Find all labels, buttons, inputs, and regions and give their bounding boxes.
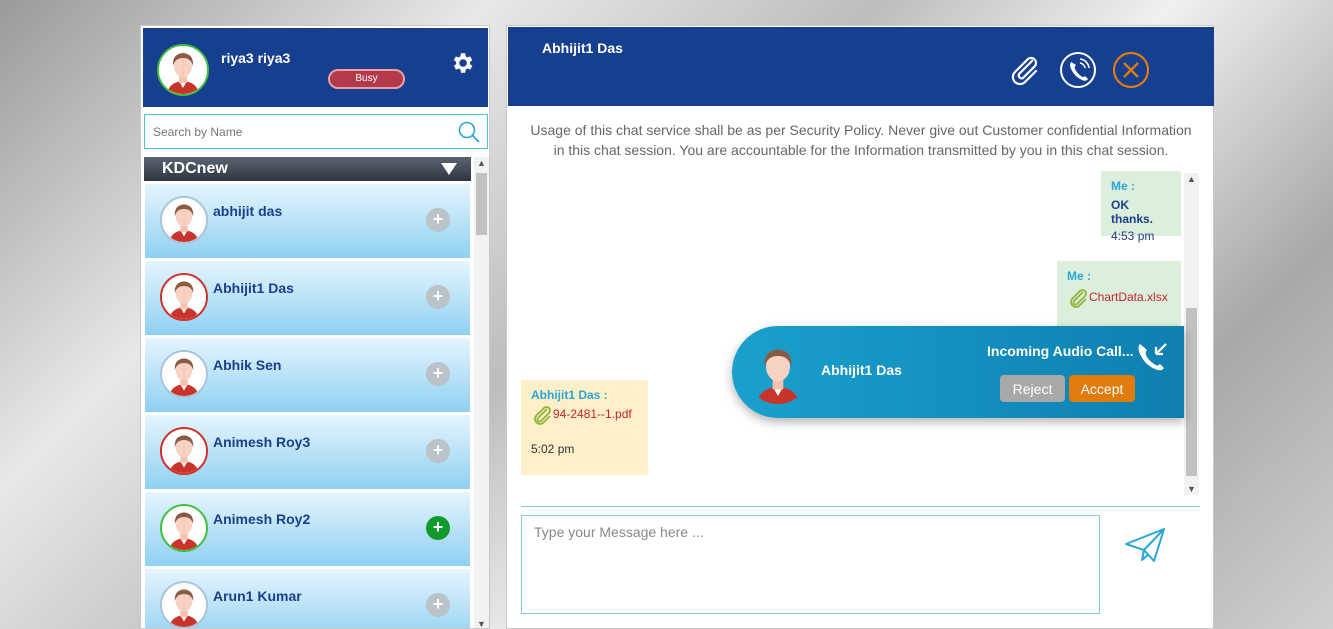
- scroll-thumb[interactable]: [1186, 308, 1197, 476]
- profile-header: riya3 riya3 Busy: [143, 28, 488, 107]
- contact-name: Abhijit1 Das: [213, 280, 294, 296]
- scroll-down-icon[interactable]: ▼: [1187, 484, 1196, 494]
- avatar: [160, 273, 208, 321]
- divider: [521, 506, 1200, 507]
- incoming-call-popup: Abhijit1 Das Incoming Audio Call... Reje…: [732, 326, 1184, 418]
- chat-header: Abhijit1 Das: [508, 27, 1214, 106]
- add-icon[interactable]: +: [426, 285, 450, 309]
- scroll-thumb[interactable]: [476, 173, 487, 235]
- profile-name: riya3 riya3: [221, 50, 291, 66]
- security-disclaimer: Usage of this chat service shall be as p…: [521, 120, 1201, 160]
- message-time: 4:53 pm: [1111, 229, 1155, 243]
- caller-avatar: [746, 340, 810, 404]
- contact-name: Animesh Roy2: [213, 511, 311, 527]
- scroll-up-icon[interactable]: ▲: [1187, 174, 1196, 184]
- paperclip-icon: [534, 406, 551, 425]
- contacts-scrollbar[interactable]: ▲ ▼: [474, 157, 489, 628]
- group-header[interactable]: KDCnew: [144, 157, 471, 181]
- avatar: [160, 427, 208, 475]
- contact-item[interactable]: Animesh Roy2 +: [145, 492, 470, 566]
- message-sender: Abhijit1 Das :: [531, 388, 608, 402]
- accept-button[interactable]: Accept: [1069, 375, 1135, 402]
- caller-name: Abhijit1 Das: [821, 362, 902, 378]
- scroll-down-icon[interactable]: ▼: [477, 619, 486, 628]
- close-icon[interactable]: [1112, 51, 1150, 89]
- status-badge[interactable]: Busy: [328, 69, 405, 89]
- send-icon[interactable]: [1124, 526, 1166, 564]
- contact-item[interactable]: Animesh Roy3 +: [145, 415, 470, 489]
- search-box: [144, 114, 488, 149]
- group-name: KDCnew: [162, 160, 228, 177]
- message-text: OK thanks.: [1111, 198, 1154, 226]
- scroll-up-icon[interactable]: ▲: [477, 158, 486, 168]
- contact-name: Abhik Sen: [213, 357, 282, 373]
- audio-call-icon[interactable]: [1059, 51, 1097, 89]
- avatar: [160, 350, 208, 398]
- add-icon[interactable]: +: [426, 516, 450, 540]
- reject-button[interactable]: Reject: [1000, 375, 1065, 402]
- file-attachment[interactable]: ChartData.xlsx: [1067, 287, 1171, 309]
- attachment-icon[interactable]: [1005, 51, 1043, 89]
- contact-name: Animesh Roy3: [213, 434, 311, 450]
- collapse-triangle-icon[interactable]: [441, 163, 457, 175]
- contact-item[interactable]: Abhijit1 Das +: [145, 261, 470, 335]
- disclaimer-line: Usage of this chat service shall be as p…: [530, 122, 1192, 138]
- call-status-label: Incoming Audio Call...: [987, 343, 1134, 359]
- paperclip-icon: [1070, 289, 1087, 308]
- search-icon[interactable]: [457, 120, 481, 144]
- contact-name: Arun1 Kumar: [213, 588, 302, 604]
- disclaimer-line: in this chat session. You are accountabl…: [553, 142, 1169, 158]
- add-icon[interactable]: +: [426, 593, 450, 617]
- messages-scrollbar[interactable]: ▲ ▼: [1184, 173, 1199, 495]
- gear-icon[interactable]: [449, 50, 475, 76]
- contact-name: abhijit das: [213, 203, 283, 219]
- message-sender: Me :: [1067, 269, 1091, 283]
- contact-list: abhijit das + Abhijit1 Das + Abhik Sen +…: [145, 184, 471, 628]
- file-name[interactable]: ChartData.xlsx: [1089, 290, 1168, 304]
- avatar: [160, 196, 208, 244]
- search-input[interactable]: [145, 115, 445, 148]
- chat-title: Abhijit1 Das: [542, 40, 623, 56]
- message-sender: Me :: [1111, 179, 1135, 193]
- contacts-panel: riya3 riya3 Busy KDCnew abhijit das + Ab…: [140, 25, 490, 629]
- avatar: [160, 504, 208, 552]
- contact-item[interactable]: Abhik Sen +: [145, 338, 470, 412]
- message-bubble: Me : ChartData.xlsx: [1057, 261, 1181, 329]
- file-name[interactable]: 94-2481--1.pdf: [553, 407, 632, 421]
- incoming-call-icon: [1138, 343, 1167, 371]
- add-icon[interactable]: +: [426, 362, 450, 386]
- contact-item[interactable]: Arun1 Kumar +: [145, 569, 470, 628]
- contact-item[interactable]: abhijit das +: [145, 184, 470, 258]
- message-bubble: Me : OK thanks. 4:53 pm: [1101, 171, 1181, 243]
- add-icon[interactable]: +: [426, 439, 450, 463]
- message-bubble: Abhijit1 Das : 94-2481--1.pdf 5:02 pm: [521, 380, 648, 475]
- message-input[interactable]: [521, 515, 1100, 614]
- avatar: [160, 581, 208, 628]
- user-avatar: [157, 44, 209, 96]
- add-icon[interactable]: +: [426, 208, 450, 232]
- file-attachment[interactable]: 94-2481--1.pdf: [531, 404, 638, 426]
- message-time: 5:02 pm: [531, 442, 575, 456]
